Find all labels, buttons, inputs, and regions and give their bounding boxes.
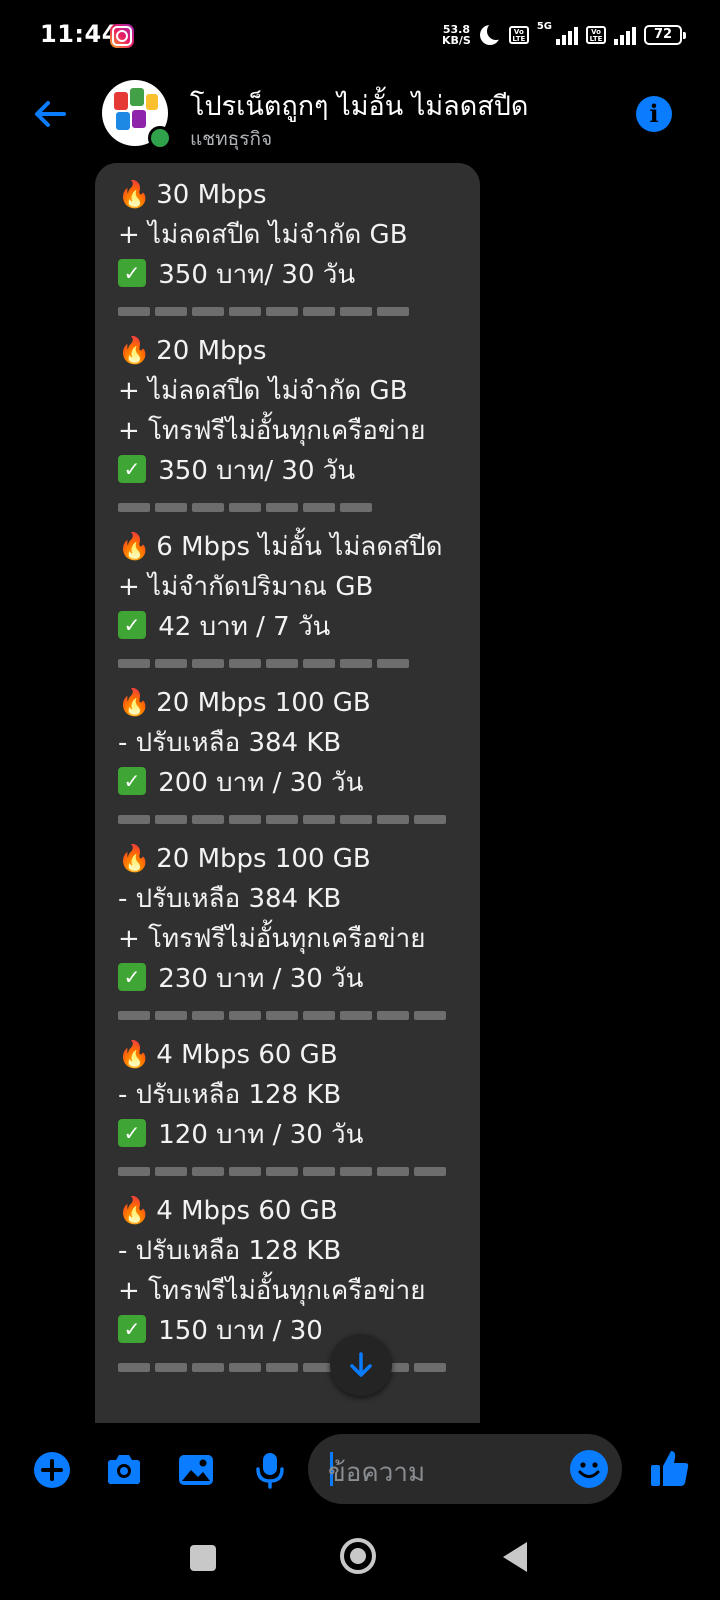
nav-recents-button[interactable]: [190, 1545, 216, 1571]
divider: [118, 815, 446, 825]
fire-emoji-icon: 🔥: [118, 1196, 151, 1226]
message-line: + ไม่จำกัดปริมาณ GB: [118, 572, 374, 602]
message-line: ✓ 42 บาท / 7 วัน: [118, 607, 442, 647]
divider: [118, 1167, 446, 1177]
check-emoji-icon: ✓: [118, 610, 146, 639]
check-emoji-icon: ✓: [118, 1118, 146, 1147]
message-line: ✓ 150 บาท / 30: [118, 1311, 446, 1351]
message-line: - ปรับเหลือ 128 KB: [118, 1236, 342, 1266]
network-speed-unit: KB/S: [441, 34, 471, 47]
divider: [118, 1011, 446, 1021]
network-speed: 53.8 KB/S: [442, 24, 471, 46]
message-line: ✓ 200 บาท / 30 วัน: [118, 763, 446, 803]
microphone-icon[interactable]: [250, 1450, 290, 1490]
chat-subtitle: แชทธุรกิจ: [190, 128, 273, 150]
check-emoji-icon: ✓: [118, 1314, 146, 1343]
thumbs-up-icon[interactable]: [648, 1446, 689, 1486]
divider: [118, 307, 409, 317]
message-line: 🔥 20 Mbps: [118, 331, 425, 371]
camera-icon[interactable]: [104, 1450, 144, 1490]
message-bubble[interactable]: 🔥 30 Mbps + ไม่ลดสปีด ไม่จำกัด GB ✓ 350 …: [95, 163, 480, 1423]
status-icons: 53.8 KB/S Vo LTE 5G Vo LTE 72: [442, 20, 686, 50]
plan-block: 🔥 20 Mbps 100 GB - ปรับเหลือ 384 KB + โท…: [118, 839, 446, 1021]
emoji-smiley-icon[interactable]: [570, 1450, 608, 1488]
status-time: 11:44: [40, 20, 119, 48]
divider: [118, 1363, 446, 1373]
message-line: ✓ 120 บาท / 30 วัน: [118, 1115, 446, 1155]
message-line: - ปรับเหลือ 384 KB: [118, 884, 342, 914]
message-line: 🔥 20 Mbps 100 GB: [118, 683, 446, 723]
message-line: + ไม่ลดสปีด ไม่จำกัด GB: [118, 376, 408, 406]
back-arrow-icon[interactable]: [30, 94, 70, 134]
nav-home-button[interactable]: [340, 1538, 376, 1574]
message-line: 🔥 4 Mbps 60 GB: [118, 1035, 446, 1075]
fire-emoji-icon: 🔥: [118, 1040, 151, 1070]
volte-icon: Vo LTE: [508, 26, 529, 44]
volte-icon-sim2: Vo LTE: [586, 26, 606, 44]
plan-block: 🔥 4 Mbps 60 GB - ปรับเหลือ 128 KB + โทรฟ…: [118, 1191, 446, 1373]
info-icon[interactable]: i: [636, 96, 672, 132]
message-line: 🔥 30 Mbps: [118, 175, 409, 215]
do-not-disturb-moon-icon: [479, 22, 505, 46]
nav-back-button[interactable]: [503, 1542, 527, 1572]
signal-strength-icon-sim2: [614, 25, 636, 45]
plan-block: 🔥 20 Mbps + ไม่ลดสปีด ไม่จำกัด GB + โทรฟ…: [118, 331, 425, 513]
fire-emoji-icon: 🔥: [118, 336, 151, 366]
message-line: ✓ 350 บาท/ 30 วัน: [118, 255, 409, 295]
divider: [118, 659, 442, 669]
plan-block: 🔥 4 Mbps 60 GB - ปรับเหลือ 128 KB ✓ 120 …: [118, 1035, 446, 1177]
fire-emoji-icon: 🔥: [118, 688, 151, 718]
message-line: 🔥 6 Mbps ไม่อั้น ไม่ลดสปีด: [118, 527, 442, 567]
message-line: + โทรฟรีไม่อั้นทุกเครือข่าย: [118, 1276, 426, 1306]
plan-block: 🔥 6 Mbps ไม่อั้น ไม่ลดสปีด + ไม่จำกัดปริ…: [118, 527, 442, 669]
online-status-dot: [148, 126, 172, 150]
message-line: 🔥 4 Mbps 60 GB: [118, 1191, 446, 1231]
fire-emoji-icon: 🔥: [118, 844, 151, 874]
message-line: - ปรับเหลือ 384 KB: [118, 728, 342, 758]
message-input-placeholder: ข้อความ: [328, 1458, 426, 1488]
message-line: + โทรฟรีไม่อั้นทุกเครือข่าย: [118, 924, 426, 954]
fire-emoji-icon: 🔥: [118, 532, 151, 562]
check-emoji-icon: ✓: [118, 766, 146, 795]
check-emoji-icon: ✓: [118, 454, 146, 483]
message-line: - ปรับเหลือ 128 KB: [118, 1080, 342, 1110]
check-emoji-icon: ✓: [118, 258, 146, 287]
network-5g-label: 5G: [536, 21, 552, 32]
divider: [118, 503, 425, 513]
message-line: + ไม่ลดสปีด ไม่จำกัด GB: [118, 220, 408, 250]
message-line: ✓ 350 บาท/ 30 วัน: [118, 451, 425, 491]
fire-emoji-icon: 🔥: [118, 180, 151, 210]
battery-icon: 72: [644, 25, 686, 45]
check-emoji-icon: ✓: [118, 962, 146, 991]
message-line: + โทรฟรีไม่อั้นทุกเครือข่าย: [118, 416, 426, 446]
arrow-down-icon: [350, 1352, 372, 1377]
message-line: 🔥 20 Mbps 100 GB: [118, 839, 446, 879]
plan-block: 🔥 20 Mbps 100 GB - ปรับเหลือ 384 KB ✓ 20…: [118, 683, 446, 825]
chat-title[interactable]: โปรเน็ตถูกๆ ไม่อั้น ไม่ลดสปีด: [190, 84, 528, 127]
gallery-image-icon[interactable]: [176, 1450, 216, 1490]
status-bar: 11:44 53.8 KB/S Vo LTE 5G Vo LTE 72: [0, 0, 720, 70]
signal-strength-icon: [556, 25, 578, 45]
plan-block: 🔥 30 Mbps + ไม่ลดสปีด ไม่จำกัด GB ✓ 350 …: [118, 175, 409, 317]
scroll-to-bottom-button[interactable]: [330, 1334, 392, 1396]
add-plus-icon[interactable]: [32, 1450, 72, 1490]
message-line: ✓ 230 บาท / 30 วัน: [118, 959, 446, 999]
instagram-notification-icon: [110, 24, 134, 48]
